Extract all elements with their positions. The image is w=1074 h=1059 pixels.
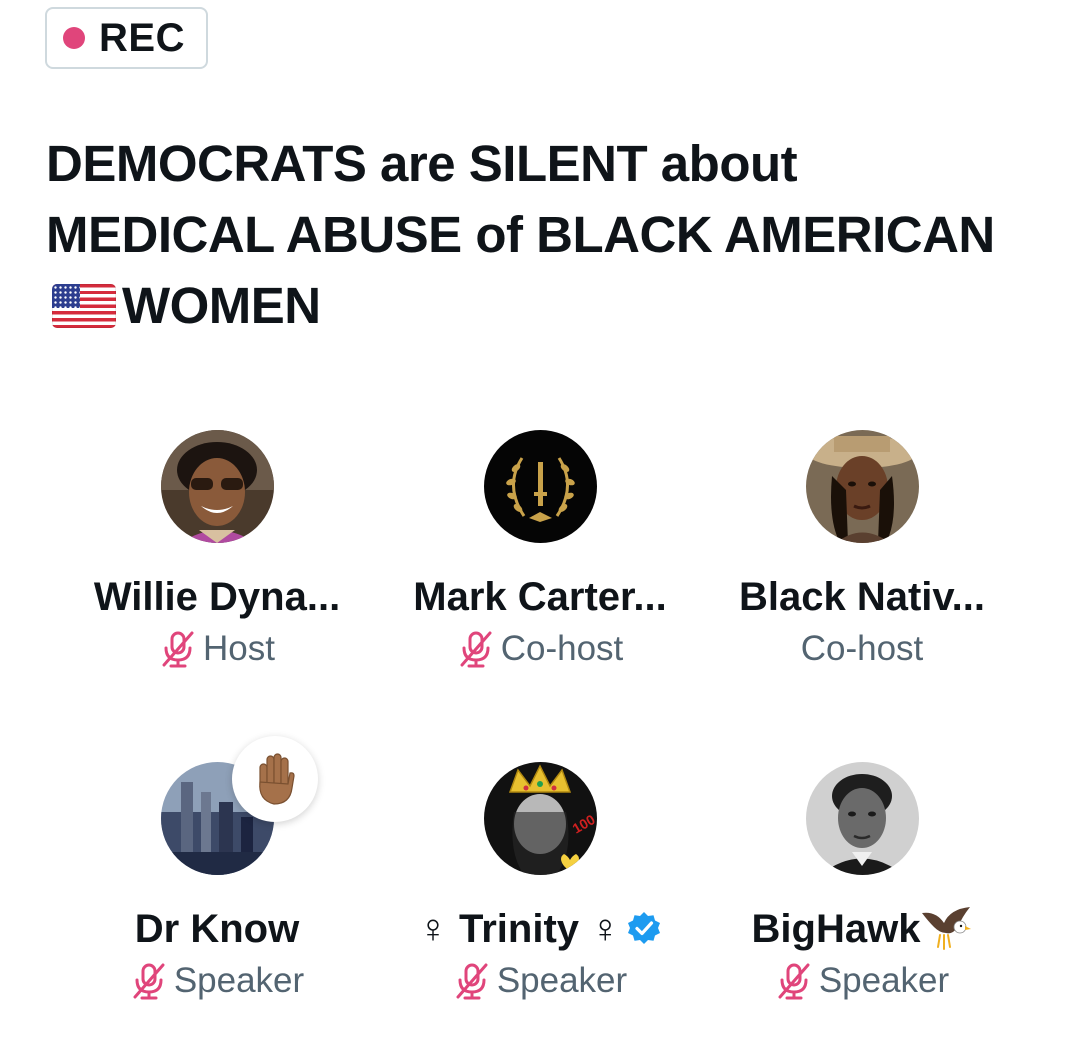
raised-hand-icon: [232, 736, 318, 822]
participant-role: Co-host: [800, 629, 924, 668]
participant-role: Host: [203, 629, 275, 668]
man-sunglasses-avatar[interactable]: [161, 430, 274, 543]
participant-card-host[interactable]: Willie Dyna... Host: [57, 430, 377, 690]
participant-name: Black Nativ...: [738, 575, 986, 619]
participant-name: Mark Carter...: [413, 575, 667, 619]
participant-name-row: ♀ Trinity ♀: [380, 904, 700, 954]
participant-role-row: Speaker: [380, 958, 700, 1004]
participant-card-speaker-3[interactable]: BigHawk Speaker: [702, 762, 1022, 1022]
mic-off-icon: [456, 963, 488, 1000]
participant-card-speaker[interactable]: Dr Know Speaker: [57, 736, 377, 1022]
participants-grid: Willie Dyna... Host Mark Carter... Co-ho…: [0, 0, 1074, 1059]
participant-name: Trinity: [458, 907, 580, 951]
participant-role: Speaker: [496, 961, 628, 1000]
participant-role-row: Co-host: [702, 626, 1022, 672]
woman-hat-avatar[interactable]: [806, 430, 919, 543]
mic-off-icon: [460, 631, 492, 668]
crown-avatar[interactable]: 100: [484, 762, 597, 875]
eagle-icon: [922, 907, 972, 951]
participant-card-cohost[interactable]: Mark Carter... Co-host: [380, 430, 700, 690]
participant-role-row: Co-host: [380, 626, 700, 672]
mic-off-icon: [133, 963, 165, 1000]
participant-name: Willie Dyna...: [93, 575, 341, 619]
mic-off-icon: [778, 963, 810, 1000]
portrait-avatar[interactable]: [806, 762, 919, 875]
verified-badge-icon: [628, 912, 661, 945]
participant-role-row: Host: [57, 626, 377, 672]
female-sign-icon: ♀: [590, 907, 621, 951]
female-sign-icon: ♀: [417, 907, 448, 951]
participant-role-row: Speaker: [57, 958, 377, 1004]
participant-name: Dr Know: [134, 907, 300, 951]
participant-card-cohost-2[interactable]: Black Nativ... Co-host: [702, 430, 1022, 690]
participant-card-speaker-2[interactable]: 100 ♀ Trinity ♀ Speaker: [380, 762, 700, 1022]
participant-role: Speaker: [818, 961, 950, 1000]
laurel-wreath-avatar[interactable]: [484, 430, 597, 543]
participant-name: BigHawk: [751, 907, 921, 951]
participant-name-row: BigHawk: [702, 904, 1022, 957]
mic-off-icon: [162, 631, 194, 668]
participant-role-row: Speaker: [702, 958, 1022, 1004]
participant-role: Co-host: [500, 629, 624, 668]
participant-role: Speaker: [173, 961, 305, 1000]
